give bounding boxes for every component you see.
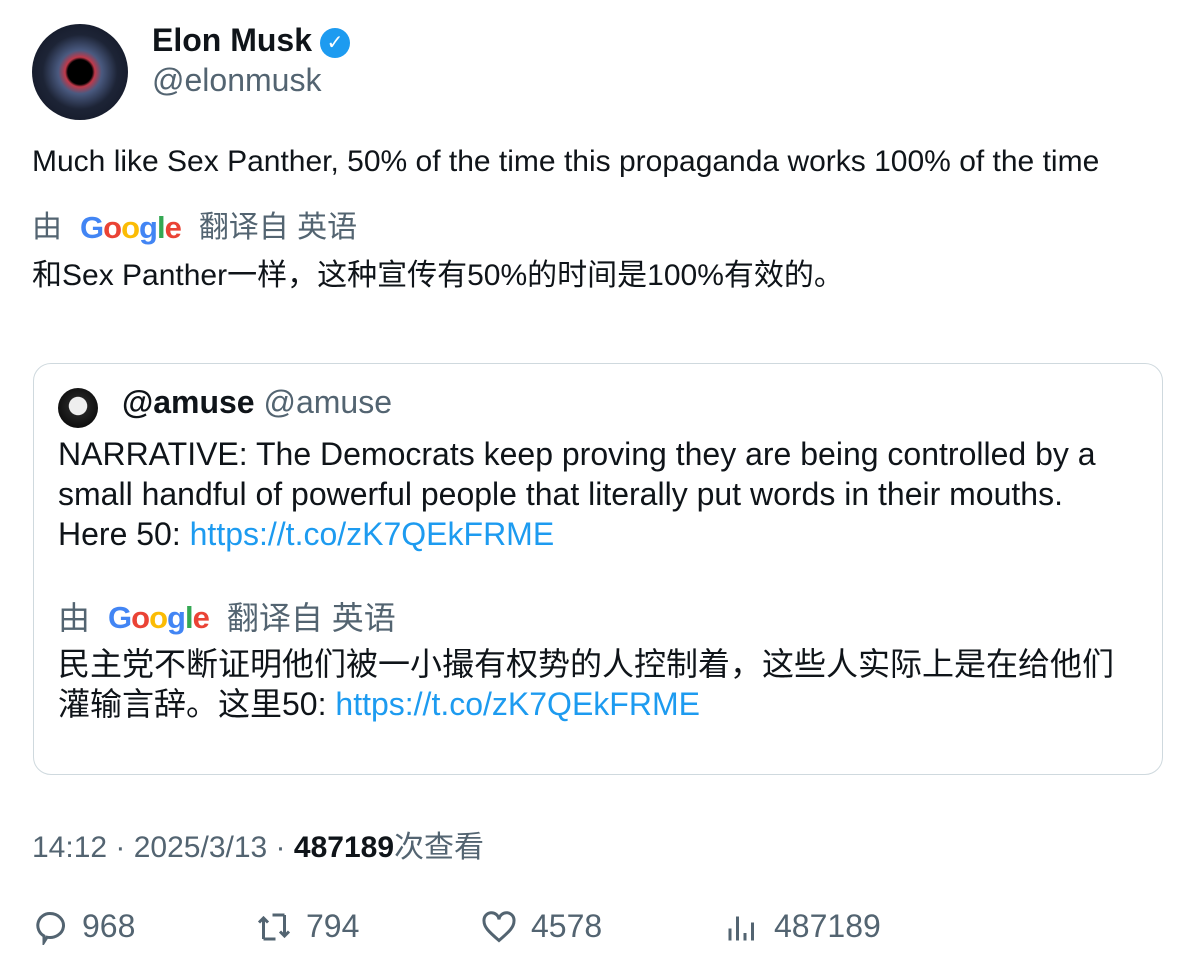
quoted-tweet[interactable]: @amuse @amuse NARRATIVE: The Democrats k…: [33, 363, 1163, 775]
tweet-text: Much like Sex Panther, 50% of the time t…: [32, 142, 1152, 296]
quote-translated-link[interactable]: https://t.co/zK7QEkFRME: [335, 686, 700, 722]
retweet-icon: [257, 913, 291, 940]
quote-link[interactable]: https://t.co/zK7QEkFRME: [190, 516, 555, 552]
quote-translation-header: 由 Google 翻译自 英语: [58, 600, 396, 636]
translation-header: 由 Google 翻译自 英语: [32, 208, 1152, 248]
author-avatar[interactable]: [32, 24, 128, 120]
reply-icon: [36, 911, 65, 945]
quote-text: NARRATIVE: The Democrats keep proving th…: [58, 434, 1138, 724]
quote-author: @amuse @amuse: [122, 384, 393, 420]
like-button[interactable]: 4578: [481, 908, 602, 945]
google-logo: Google: [108, 600, 210, 635]
views-button[interactable]: 487189: [724, 908, 881, 945]
heart-icon: [482, 910, 516, 942]
tweet-meta: 14:12 · 2025/3/13 · 487189次查看: [32, 831, 484, 864]
google-logo: Google: [80, 210, 182, 245]
quote-avatar: [58, 388, 98, 428]
author-name[interactable]: Elon Musk ✓: [152, 22, 351, 59]
author-handle[interactable]: @elonmusk: [152, 62, 321, 99]
views-chart-icon: [728, 916, 754, 940]
translated-text: 和Sex Panther一样，这种宣传有50%的时间是100%有效的。: [32, 259, 844, 292]
verified-badge-icon: ✓: [320, 27, 351, 58]
retweet-button[interactable]: 794: [256, 908, 359, 945]
quote-translated-text: 民主党不断证明他们被一小撮有权势的人控制着，这些人实际上是在给他们灌输言辞。这里…: [58, 646, 1115, 722]
reply-button[interactable]: 968: [32, 908, 135, 945]
